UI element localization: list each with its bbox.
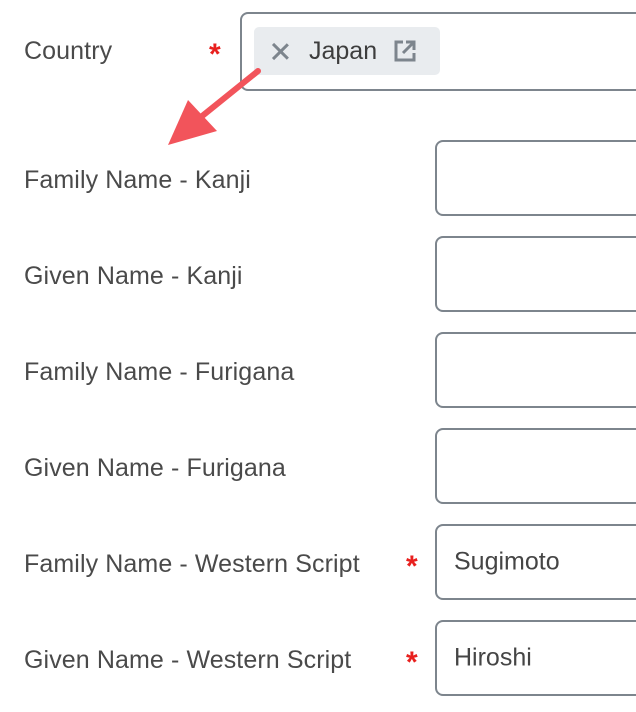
country-field[interactable]: Japan bbox=[240, 12, 636, 91]
family-name-western-label: Family Name - Western Script bbox=[24, 550, 360, 578]
given-name-kanji-input[interactable] bbox=[435, 236, 636, 312]
given-name-western-input[interactable]: Hiroshi bbox=[435, 620, 636, 696]
family-name-western-input[interactable]: Sugimoto bbox=[435, 524, 636, 600]
arrow-head-icon bbox=[168, 100, 217, 145]
country-required-mark: * bbox=[209, 38, 221, 71]
given-name-kanji-label: Given Name - Kanji bbox=[24, 262, 243, 290]
family-name-kanji-input[interactable] bbox=[435, 140, 636, 216]
family-name-kanji-label: Family Name - Kanji bbox=[24, 166, 251, 194]
family-name-western-required-mark: * bbox=[406, 550, 418, 583]
given-name-furigana-input[interactable] bbox=[435, 428, 636, 504]
given-name-furigana-label: Given Name - Furigana bbox=[24, 454, 286, 482]
close-icon[interactable] bbox=[271, 42, 289, 60]
external-link-icon[interactable] bbox=[393, 39, 417, 63]
given-name-western-value: Hiroshi bbox=[454, 643, 532, 672]
family-name-furigana-label: Family Name - Furigana bbox=[24, 358, 295, 386]
family-name-western-value: Sugimoto bbox=[454, 547, 560, 576]
family-name-furigana-input[interactable] bbox=[435, 332, 636, 408]
given-name-western-required-mark: * bbox=[406, 646, 418, 679]
country-chip-label: Japan bbox=[309, 36, 378, 65]
country-chip: Japan bbox=[254, 27, 440, 75]
given-name-western-label: Given Name - Western Script bbox=[24, 646, 352, 674]
country-label: Country bbox=[24, 37, 113, 65]
